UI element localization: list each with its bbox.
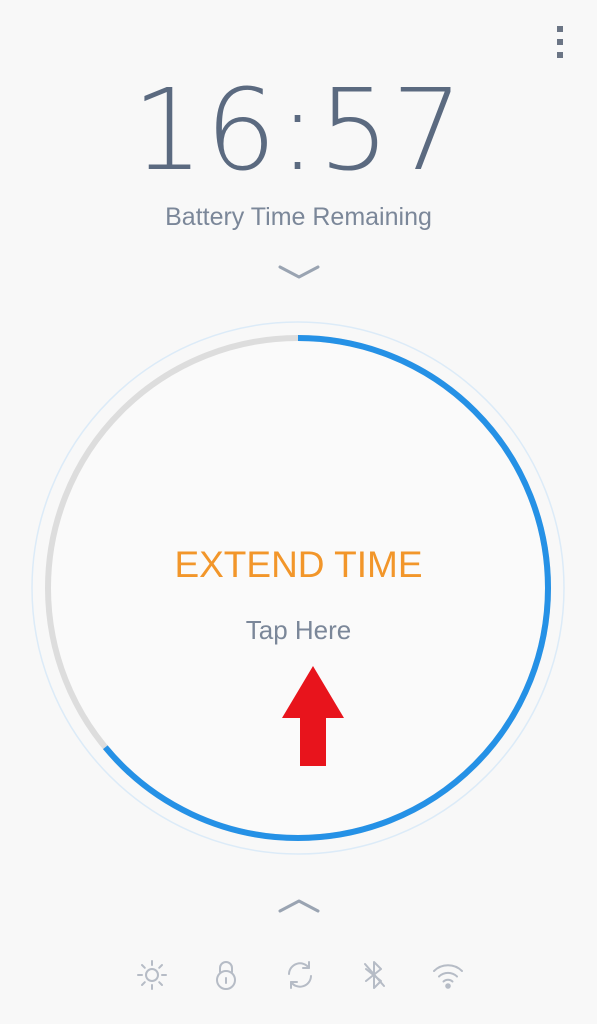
extend-time-label: EXTEND TIME (174, 544, 423, 585)
arrow-up-icon (282, 666, 344, 766)
tap-here-label: Tap Here (245, 615, 352, 645)
battery-time-remaining: 16:57 (132, 66, 465, 196)
more-vertical-icon[interactable] (548, 24, 572, 60)
chevron-up-icon[interactable] (278, 896, 320, 914)
menu-dot (557, 52, 563, 58)
bluetooth-icon[interactable] (352, 950, 396, 1000)
wifi-icon[interactable] (426, 950, 470, 1000)
sync-icon[interactable] (278, 950, 322, 1000)
chevron-down-icon[interactable] (278, 264, 320, 282)
battery-time-label: Battery Time Remaining (165, 203, 432, 231)
menu-dot (557, 39, 563, 45)
brightness-icon[interactable] (130, 950, 174, 1000)
quick-settings-toolbar (130, 950, 470, 1000)
screen-lock-icon[interactable] (204, 950, 248, 1000)
menu-dot (557, 26, 563, 32)
